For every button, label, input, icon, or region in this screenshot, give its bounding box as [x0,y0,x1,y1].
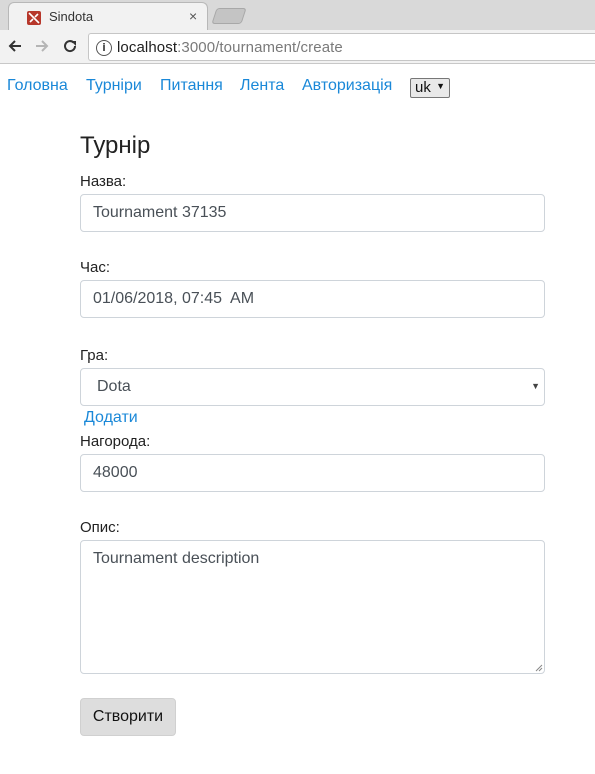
nav-link-auth[interactable]: Авторизація [302,77,392,95]
tab-title: Sindota [49,9,94,24]
create-button[interactable]: Створити [80,698,176,736]
nav-link-feed[interactable]: Лента [240,77,284,95]
language-value: uk [415,79,431,96]
reload-icon[interactable] [60,36,80,56]
time-input[interactable]: 01/06/2018, 07:45 AM [80,280,545,318]
name-value: Tournament 37135 [93,204,227,221]
description-label: Опис: [80,519,120,536]
close-icon[interactable]: × [189,8,197,24]
game-select[interactable]: Dota ▼ [80,368,545,406]
prize-input[interactable]: 48000 [80,454,545,492]
description-textarea[interactable]: Tournament description [80,540,545,674]
nav-link-questions[interactable]: Питання [160,77,223,95]
name-input[interactable]: Tournament 37135 [80,194,545,232]
url-host: localhost [117,39,178,56]
browser-tabstrip: Sindota × [0,0,595,30]
browser-tab[interactable]: Sindota × [8,2,208,30]
resize-grip-icon[interactable] [535,664,543,672]
info-icon[interactable]: i [96,40,112,56]
forward-arrow-icon[interactable] [32,36,52,56]
chevron-down-icon: ▼ [436,81,445,91]
language-select[interactable]: uk ▼ [410,78,450,98]
back-arrow-icon[interactable] [5,36,25,56]
time-label: Час: [80,259,111,276]
chevron-down-icon: ▼ [531,381,540,391]
nav-link-home[interactable]: Головна [7,77,68,95]
nav-link-tournaments[interactable]: Турніри [86,77,142,95]
favicon-icon [27,11,41,25]
description-value: Tournament description [93,550,260,567]
name-label: Назва: [80,173,127,190]
url-text: localhost:3000/tournament/create [117,39,343,56]
site-nav: Головна Турніри Питання Лента Авторизаці… [0,76,595,100]
page-title: Турнір [80,132,151,159]
game-label: Гра: [80,347,109,364]
add-game-link[interactable]: Додати [84,409,138,427]
prize-label: Нагорода: [80,433,151,450]
address-bar[interactable]: i localhost:3000/tournament/create [88,33,595,61]
browser-toolbar: i localhost:3000/tournament/create [0,30,595,64]
game-value: Dota [97,378,131,395]
new-tab-button[interactable] [211,8,247,24]
time-value: 01/06/2018, 07:45 AM [93,290,255,307]
url-path: :3000/tournament/create [177,39,343,56]
prize-value: 48000 [93,464,138,481]
